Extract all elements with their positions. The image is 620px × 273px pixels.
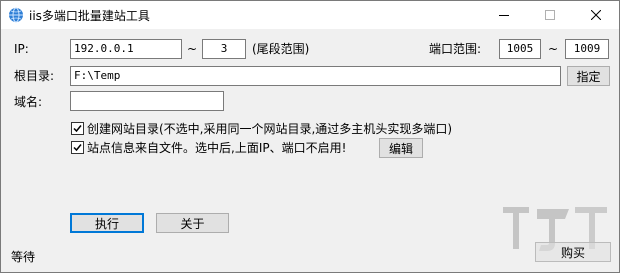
app-window: iis多端口批量建站工具 IP: 192.0.0.1 ~ 3 (尾段范围) 端口… — [0, 0, 620, 273]
domain-label: 域名: — [14, 95, 43, 109]
port-start-field[interactable]: 1005 — [499, 39, 541, 59]
globe-icon — [8, 7, 24, 23]
status-text: 等待 — [11, 250, 36, 264]
minimize-icon — [499, 10, 509, 20]
from-file-label[interactable]: 站点信息来自文件。选中后,上面IP、端口不启用! — [87, 141, 346, 155]
maximize-button[interactable] — [527, 1, 573, 29]
run-button[interactable]: 执行 — [70, 213, 144, 233]
window-title: iis多端口批量建站工具 — [29, 9, 150, 23]
about-button[interactable]: 关于 — [156, 213, 229, 233]
maximize-icon — [545, 10, 555, 20]
buy-button[interactable]: 购买 — [535, 242, 611, 262]
edit-button[interactable]: 编辑 — [379, 138, 423, 158]
title-bar[interactable]: iis多端口批量建站工具 — [1, 1, 619, 29]
checkmark-icon — [73, 125, 82, 133]
ip-label: IP: — [14, 42, 29, 56]
root-dir-label: 根目录: — [14, 69, 55, 83]
port-end-field[interactable]: 1009 — [565, 39, 609, 59]
close-button[interactable] — [573, 1, 619, 29]
browse-button[interactable]: 指定 — [567, 66, 610, 86]
checkmark-icon — [73, 144, 82, 152]
ip-field[interactable]: 192.0.0.1 — [70, 39, 182, 59]
port-range-tilde: ~ — [548, 42, 559, 56]
create-dir-checkbox[interactable] — [71, 122, 84, 135]
ip-range-hint: (尾段范围) — [252, 42, 310, 56]
port-range-label: 端口范围: — [429, 42, 482, 56]
minimize-button[interactable] — [481, 1, 527, 29]
root-dir-field[interactable]: F:\Temp — [70, 66, 561, 86]
ip-range-tilde: ~ — [187, 42, 198, 56]
from-file-checkbox[interactable] — [71, 141, 84, 154]
ip-end-field[interactable]: 3 — [202, 39, 246, 59]
close-icon — [591, 10, 601, 20]
create-dir-label[interactable]: 创建网站目录(不选中,采用同一个网站目录,通过多主机头实现多端口) — [87, 122, 452, 136]
domain-field[interactable] — [70, 91, 224, 111]
